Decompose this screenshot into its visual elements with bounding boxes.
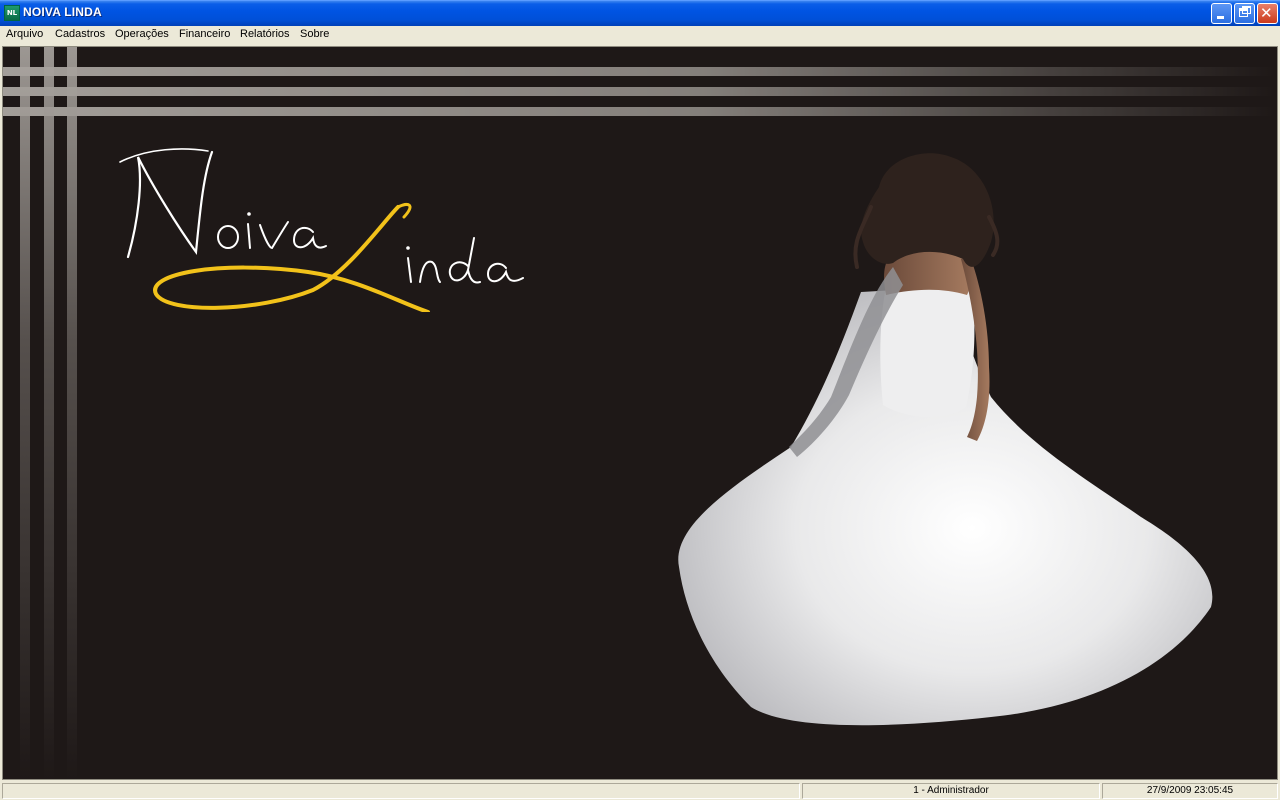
menu-cadastros[interactable]: Cadastros: [53, 28, 107, 40]
decorative-stripe: [3, 87, 1275, 96]
status-panel-datetime: 27/9/2009 23:05:45: [1102, 783, 1278, 799]
menu-relatorios[interactable]: Relatórios: [238, 28, 292, 40]
bride-image: [678, 153, 1213, 726]
decorative-stripe: [20, 47, 30, 779]
brand-logo: [119, 148, 524, 312]
close-button[interactable]: ✕: [1257, 3, 1278, 24]
main-background: [2, 46, 1278, 780]
minimize-button[interactable]: [1211, 3, 1232, 24]
menu-operacoes[interactable]: Operações: [113, 28, 171, 40]
decorative-stripe: [67, 47, 77, 779]
window-title: NOIVA LINDA: [23, 5, 102, 19]
app-icon[interactable]: NL: [4, 5, 20, 21]
menu-sobre[interactable]: Sobre: [298, 28, 331, 40]
decorative-stripe: [3, 67, 1275, 76]
decorative-stripe: [3, 107, 1275, 116]
menu-arquivo[interactable]: Arquivo: [4, 28, 45, 40]
status-panel-user: 1 - Administrador: [802, 783, 1100, 799]
close-icon: ✕: [1260, 4, 1273, 22]
status-panel-message: [2, 783, 800, 799]
status-bar: 1 - Administrador 27/9/2009 23:05:45: [0, 781, 1280, 800]
decorative-stripe: [44, 47, 54, 779]
restore-icon: [1239, 8, 1248, 17]
minimize-icon: [1217, 16, 1224, 19]
title-bar[interactable]: NL NOIVA LINDA ✕: [0, 0, 1280, 26]
menu-bar: Arquivo Cadastros Operações Financeiro R…: [0, 26, 1280, 45]
restore-button[interactable]: [1234, 3, 1255, 24]
menu-financeiro[interactable]: Financeiro: [177, 28, 232, 40]
